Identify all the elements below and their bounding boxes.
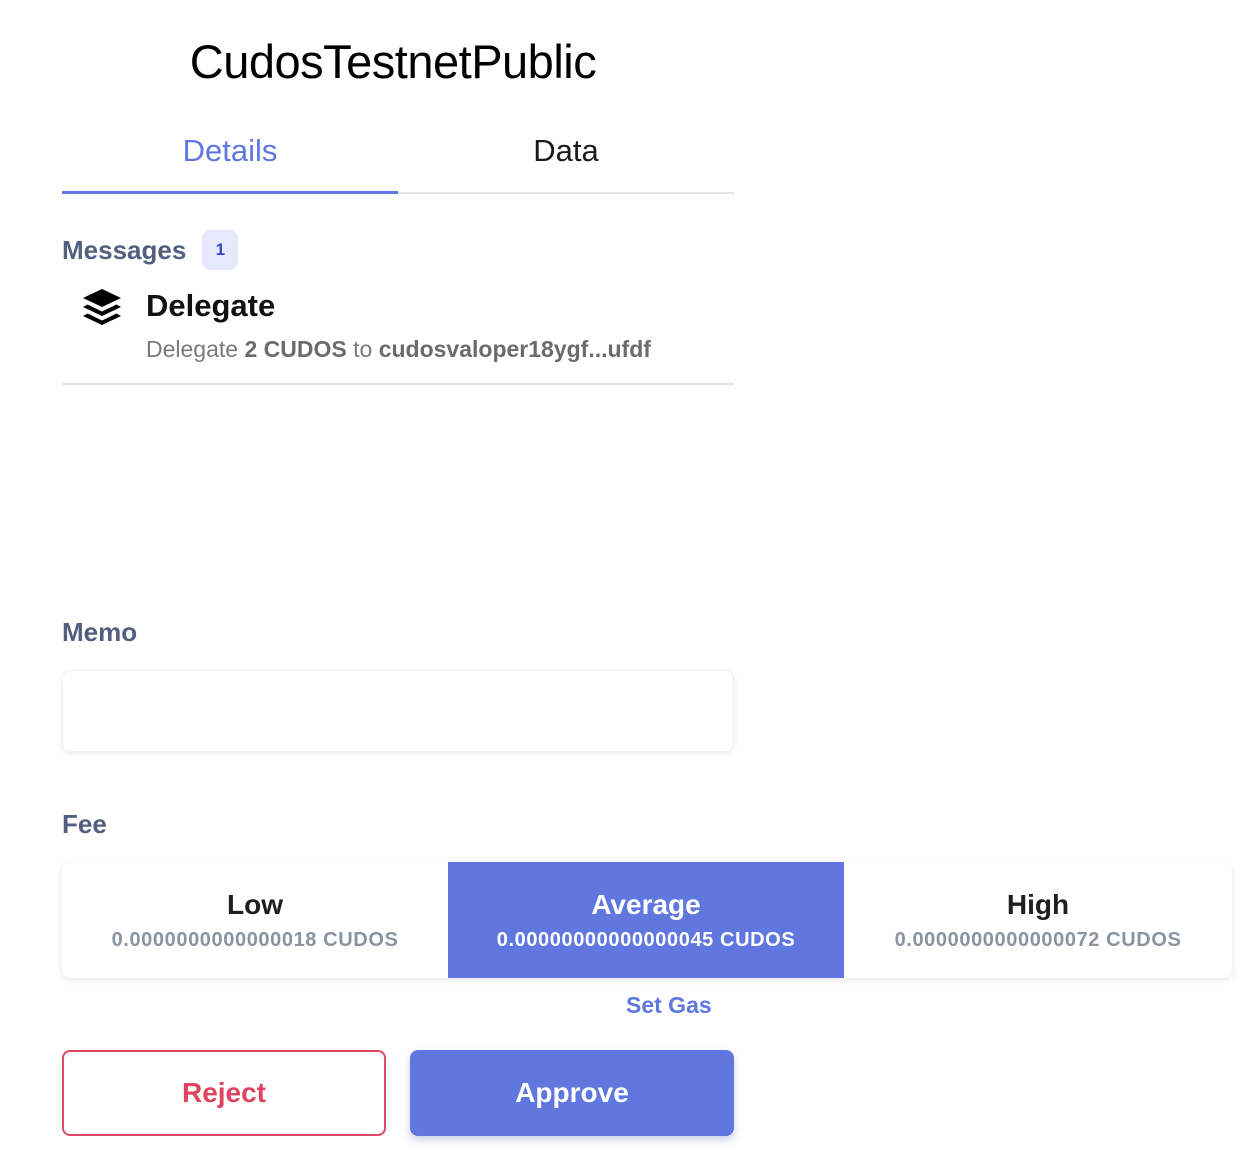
fee-average-amount: 0.00000000000000045 CUDOS [496,928,796,951]
messages-header: Messages 1 [62,230,239,270]
memo-input[interactable] [62,670,734,752]
sign-transaction-page: CudosTestnetPublic Details Data Messages… [0,0,1248,1160]
fee-option-average[interactable]: Average 0.00000000000000045 CUDOS [448,862,844,978]
memo-label: Memo [62,617,138,647]
fee-selector: Low 0.0000000000000018 CUDOS Average 0.0… [62,862,1232,978]
layers-icon [83,289,121,325]
set-gas-link[interactable]: Set Gas [626,992,712,1019]
messages-count-badge: 1 [202,230,239,270]
message-description: Delegate 2 CUDOS to cudosvaloper18ygf...… [146,336,651,363]
tab-details[interactable]: Details [62,120,398,194]
message-item: Delegate Delegate 2 CUDOS to cudosvalope… [62,280,734,385]
message-title: Delegate [146,288,276,323]
fee-option-high[interactable]: High 0.0000000000000072 CUDOS [844,862,1232,978]
message-desc-mid: to [353,336,373,362]
fee-average-name: Average [591,888,701,920]
tab-data[interactable]: Data [398,120,734,192]
reject-button[interactable]: Reject [62,1050,386,1136]
fee-low-name: Low [227,888,283,920]
messages-label: Messages [62,234,187,265]
tab-bar: Details Data [62,120,734,194]
fee-high-amount: 0.0000000000000072 CUDOS [894,928,1182,951]
page-title: CudosTestnetPublic [189,35,597,88]
approve-button[interactable]: Approve [410,1050,734,1136]
message-amount: 2 CUDOS [244,336,347,362]
message-validator: cudosvaloper18ygf...ufdf [378,336,651,362]
fee-low-amount: 0.0000000000000018 CUDOS [111,928,399,951]
fee-option-low[interactable]: Low 0.0000000000000018 CUDOS [62,862,448,978]
fee-high-name: High [1006,888,1070,920]
message-desc-prefix: Delegate [146,336,239,362]
fee-label: Fee [62,809,107,839]
